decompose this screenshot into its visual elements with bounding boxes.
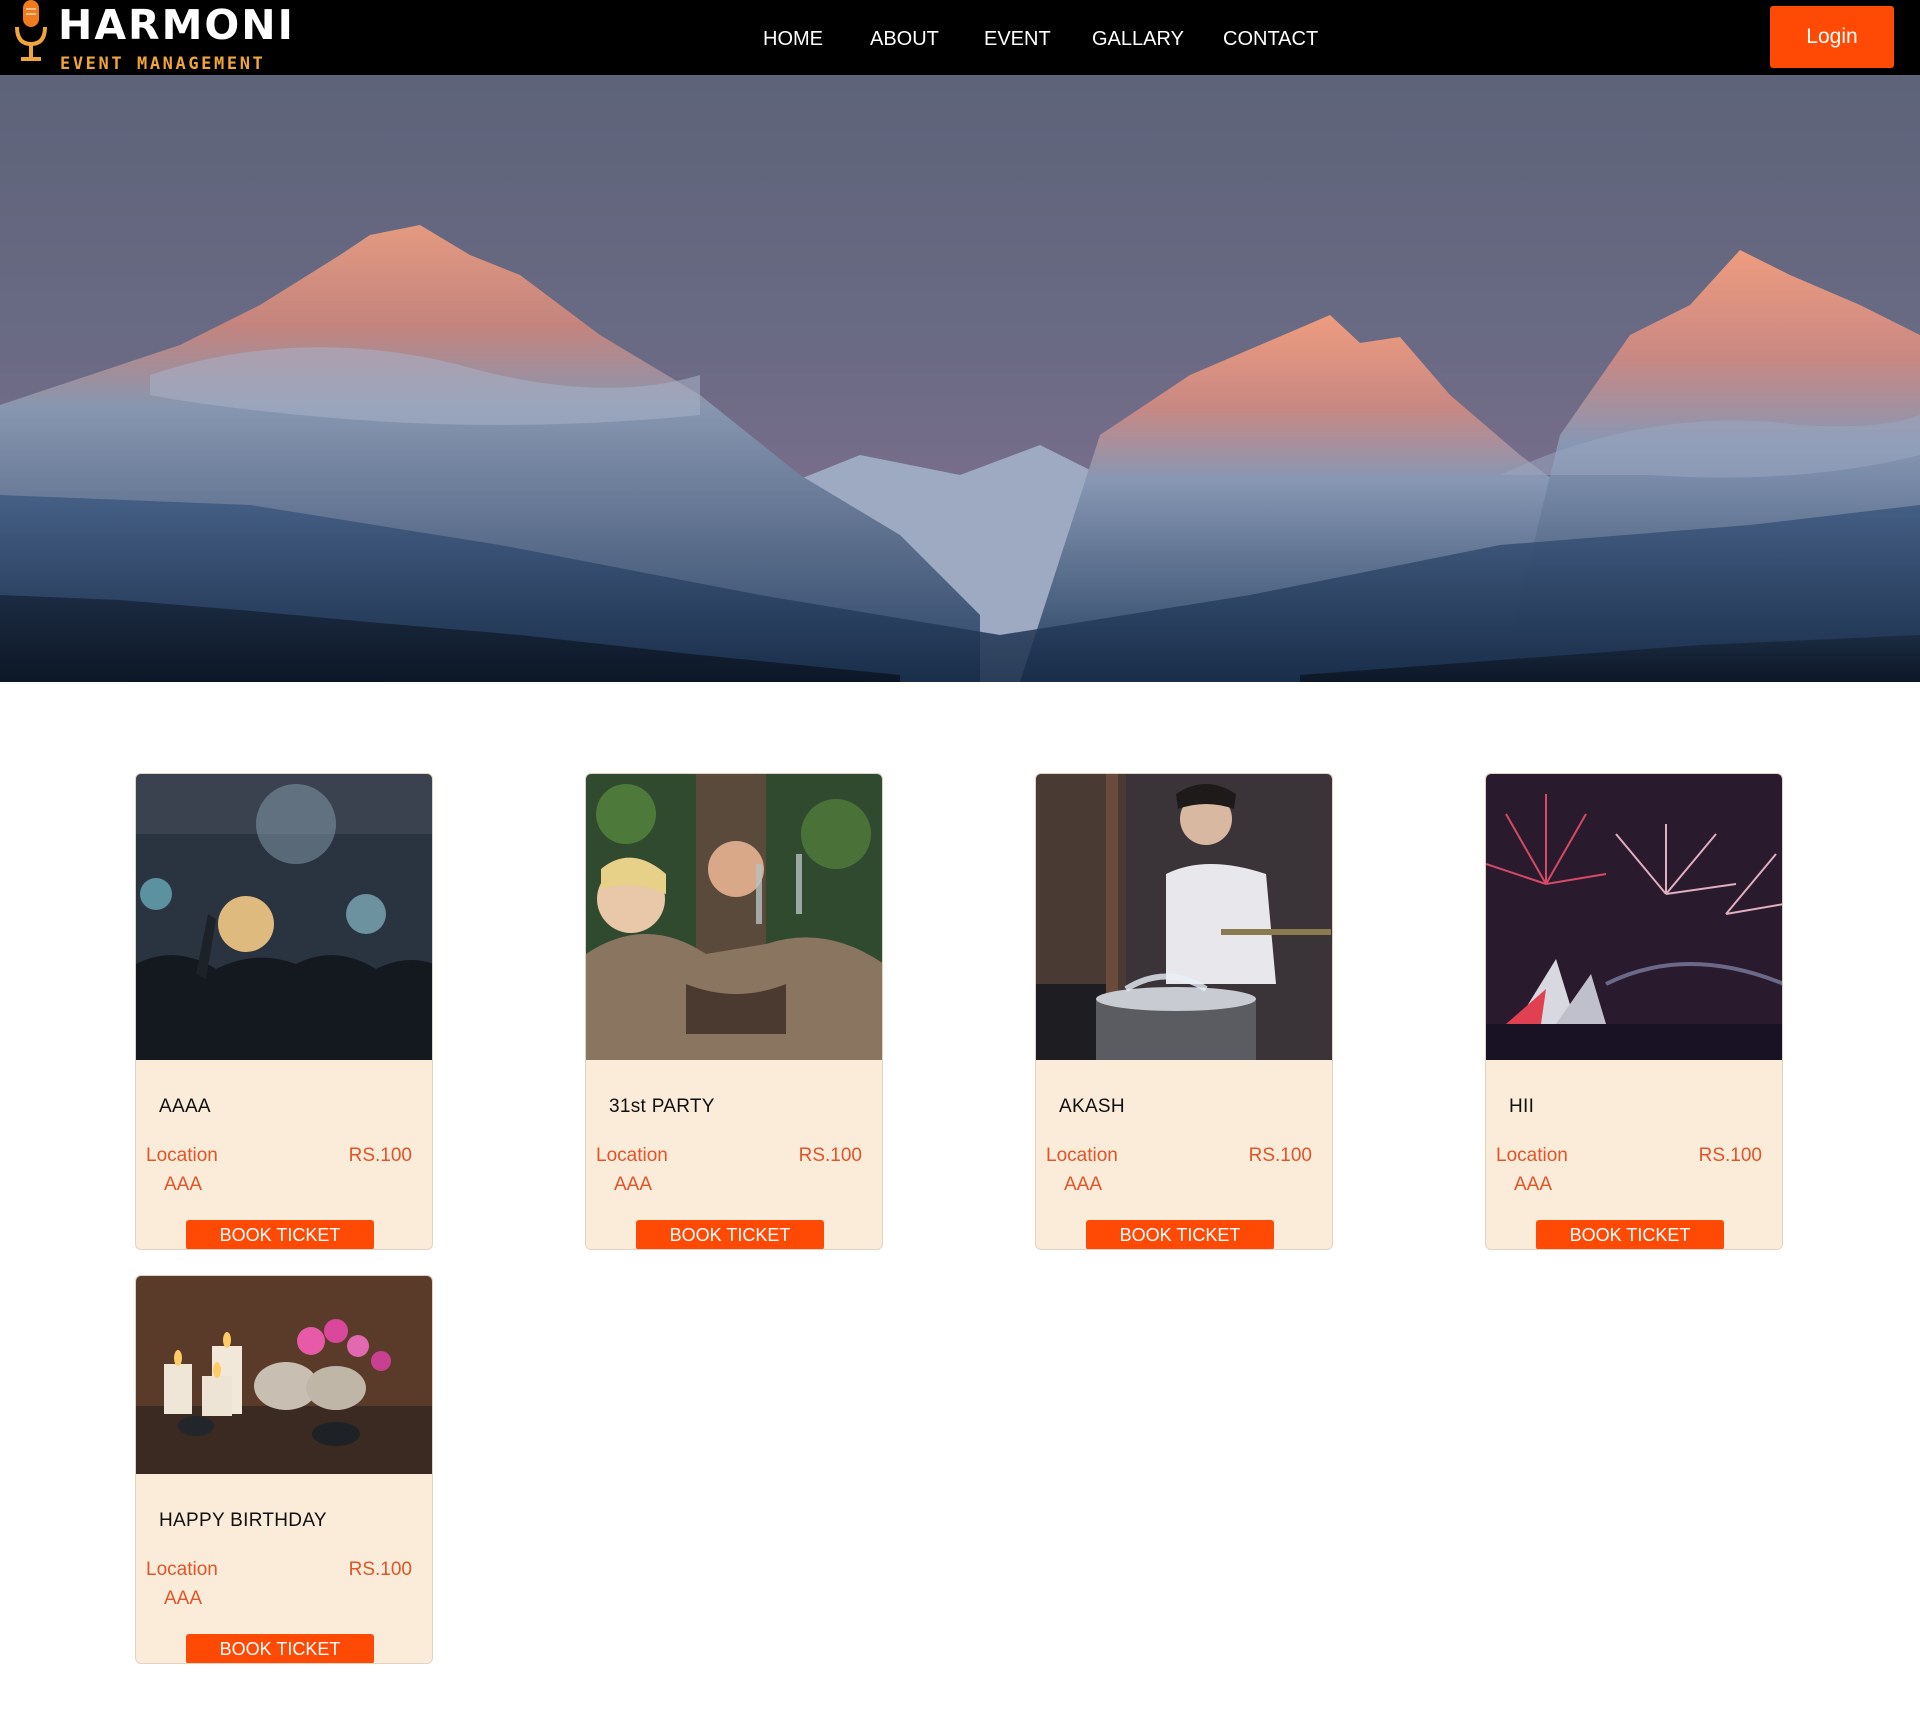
login-button[interactable]: Login [1770, 6, 1894, 68]
event-price: RS.100 [348, 1559, 412, 1580]
book-ticket-button[interactable]: BOOK TICKET [186, 1220, 374, 1249]
event-location: AAA [164, 1588, 203, 1609]
event-location-label: Location [146, 1145, 218, 1166]
brand-title: HARMONI [58, 1, 295, 49]
book-ticket-button[interactable]: BOOK TICKET [1086, 1220, 1274, 1249]
event-image-friends-toasting [586, 774, 882, 1060]
event-card: 31st PARTY Location RS.100 AAA BOOK TICK… [585, 773, 883, 1250]
hero-banner [0, 75, 1920, 682]
event-location: AAA [1064, 1174, 1103, 1195]
nav-event[interactable]: EVENT [984, 27, 1051, 51]
nav-gallary[interactable]: GALLARY [1092, 27, 1184, 51]
event-price: RS.100 [798, 1145, 862, 1166]
event-location-label: Location [146, 1559, 218, 1580]
event-price: RS.100 [1698, 1145, 1762, 1166]
event-card: HAPPY BIRTHDAY Location RS.100 AAA BOOK … [135, 1275, 433, 1664]
event-image-spa-candles-orchid [136, 1276, 432, 1474]
event-title: 31st PARTY [609, 1096, 715, 1117]
event-title: AKASH [1059, 1096, 1125, 1117]
event-image-fireworks-opera-house [1486, 774, 1782, 1060]
event-location-label: Location [1496, 1145, 1568, 1166]
event-image-concert-crowd [136, 774, 432, 1060]
hero-mountains-image [0, 75, 1920, 682]
microphone-icon [15, 0, 47, 61]
nav-about[interactable]: ABOUT [870, 27, 939, 51]
book-ticket-button[interactable]: BOOK TICKET [186, 1634, 374, 1663]
event-image-drummer [1036, 774, 1332, 1060]
event-location-label: Location [1046, 1145, 1118, 1166]
book-ticket-button[interactable]: BOOK TICKET [1536, 1220, 1724, 1249]
book-ticket-button[interactable]: BOOK TICKET [636, 1220, 824, 1249]
brand-subtitle: EVENT MANAGEMENT [60, 54, 266, 74]
event-card: AKASH Location RS.100 AAA BOOK TICKET [1035, 773, 1333, 1250]
event-price: RS.100 [348, 1145, 412, 1166]
event-title: AAAA [159, 1096, 211, 1117]
event-card: AAAA Location RS.100 AAA BOOK TICKET [135, 773, 433, 1250]
event-title: HII [1509, 1096, 1535, 1117]
event-location: AAA [1514, 1174, 1553, 1195]
event-location: AAA [164, 1174, 203, 1195]
navbar: HARMONI EVENT MANAGEMENT HOME ABOUT EVEN… [0, 0, 1920, 75]
event-card: HII Location RS.100 AAA BOOK TICKET [1485, 773, 1783, 1250]
event-title: HAPPY BIRTHDAY [159, 1510, 327, 1531]
event-location: AAA [614, 1174, 653, 1195]
brand-logo[interactable]: HARMONI EVENT MANAGEMENT [10, 0, 293, 75]
nav-contact[interactable]: CONTACT [1223, 27, 1318, 51]
event-location-label: Location [596, 1145, 668, 1166]
nav-home[interactable]: HOME [763, 27, 823, 51]
event-price: RS.100 [1248, 1145, 1312, 1166]
